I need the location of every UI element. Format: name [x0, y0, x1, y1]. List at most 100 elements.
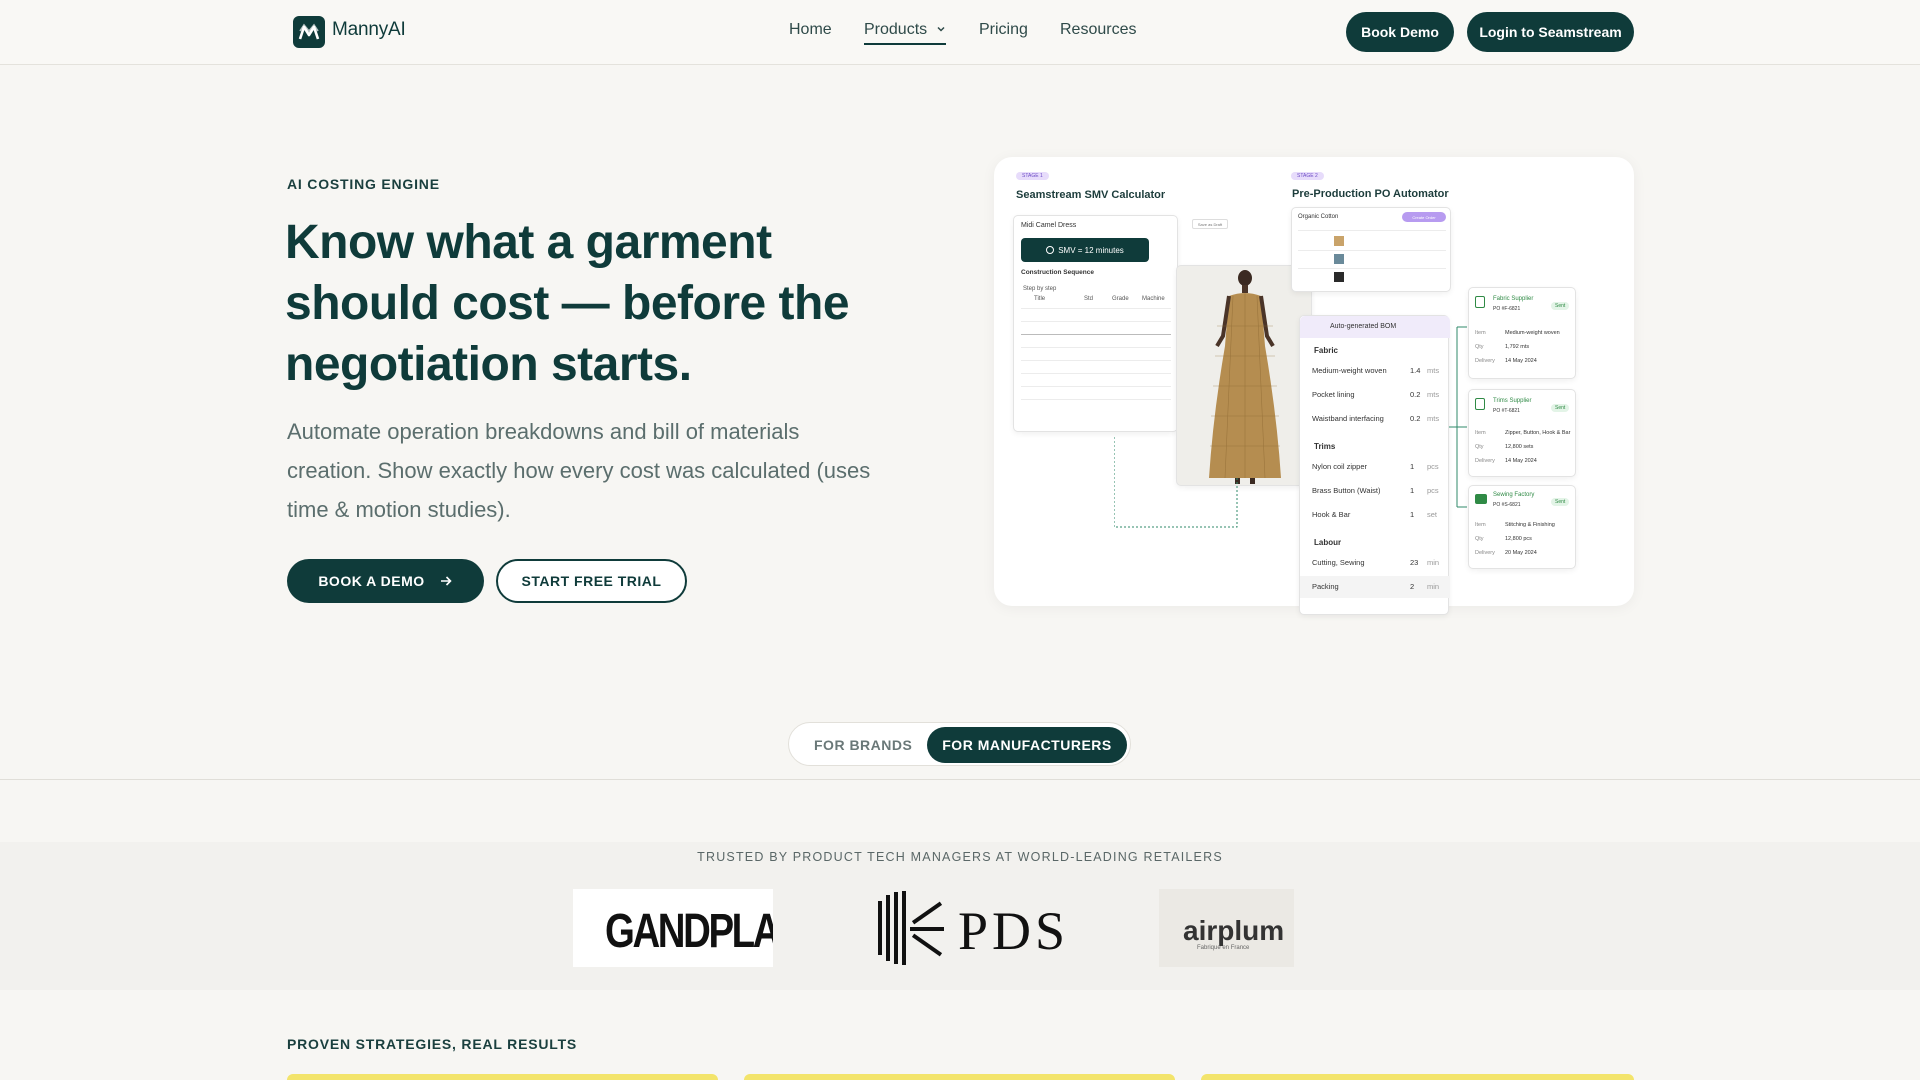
- logo-airplum-text: airplum: [1183, 915, 1285, 946]
- po-delivery: 14 May 2024: [1505, 458, 1537, 464]
- col-std: Std: [1084, 296, 1094, 302]
- nav-resources[interactable]: Resources: [1060, 21, 1136, 39]
- smv-value: SMV = 12 minutes: [1058, 245, 1124, 255]
- smv-title: Seamstream SMV Calculator: [1016, 189, 1166, 201]
- po-card-title: Sewing Factory: [1493, 492, 1535, 498]
- nav-pricing[interactable]: Pricing: [979, 21, 1028, 39]
- sequence-title: Construction Sequence: [1021, 269, 1094, 276]
- bom-section-labour: Labour: [1314, 538, 1342, 547]
- po-delivery-label: Delivery: [1475, 458, 1495, 464]
- po-item: Zipper, Button, Hook & Bar: [1505, 430, 1571, 436]
- po-item-label: Item: [1475, 330, 1486, 336]
- po-card-fabric: Fabric Supplier PO #F-6821 Sent Item Med…: [1468, 287, 1576, 379]
- start-free-trial-button[interactable]: START FREE TRIAL: [496, 559, 687, 603]
- hero-headline: Know what a garment should cost — before…: [285, 216, 850, 391]
- po-item-label: Item: [1475, 522, 1486, 528]
- po-card-trims: Trims Supplier PO #T-6821 Sent Item Zipp…: [1468, 389, 1576, 477]
- bom-item: Hook & Bar 1 set: [1312, 510, 1438, 519]
- po-card-title: Fabric Supplier: [1493, 296, 1534, 302]
- po-delivery: 14 May 2024: [1505, 358, 1537, 364]
- save-draft-button[interactable]: Save as Draft: [1192, 219, 1228, 229]
- top-nav: MannyAI Home Products Pricing Resources …: [0, 0, 1920, 65]
- bom-card: Auto-generated BOM Fabric Medium-weight …: [1299, 315, 1450, 615]
- step-label: Step by step: [1023, 286, 1057, 292]
- po-qty: 12,800 sets: [1505, 444, 1534, 450]
- logo-airplum-sub: Fabriqué en France: [1197, 945, 1250, 951]
- logo-pds-text: PDS: [958, 901, 1070, 961]
- hero-eyebrow: AI COSTING ENGINE: [287, 176, 440, 192]
- po-number: PO #S-6821: [1493, 502, 1521, 508]
- hero-subtext: Automate operation breakdowns and bill o…: [287, 419, 871, 522]
- book-a-demo-button[interactable]: BOOK A DEMO: [287, 559, 484, 603]
- po-delivery-label: Delivery: [1475, 550, 1495, 556]
- swatch-camel: [1334, 236, 1344, 246]
- status-badge: Sent: [1551, 404, 1570, 412]
- chevron-down-icon: [937, 26, 945, 32]
- book-a-demo-label: BOOK A DEMO: [318, 573, 425, 589]
- audience-toggle: FOR BRANDS FOR MANUFACTURERS: [788, 722, 1131, 766]
- po-number: PO #F-6821: [1493, 306, 1521, 312]
- smv-result: SMV = 12 minutes: [1021, 238, 1149, 262]
- logo-airplum: airplum Fabriqué en France: [1159, 889, 1294, 967]
- po-arrows: [1449, 326, 1467, 508]
- bom-title: Auto-generated BOM: [1300, 316, 1450, 338]
- brand-name[interactable]: MannyAI: [332, 19, 406, 41]
- pds-mark-icon: [871, 891, 944, 965]
- clock-icon: [1046, 246, 1055, 254]
- logo-gandplay-text: GANDPLAY: [605, 905, 773, 958]
- po-delivery-label: Delivery: [1475, 358, 1495, 364]
- po-qty-label: Qty: [1475, 536, 1484, 542]
- bom-item: Nylon coil zipper 1 pcs: [1312, 462, 1439, 471]
- po-qty: 12,800 pcs: [1505, 536, 1532, 542]
- smv-calculator-card: Midi Camel Dress SMV = 12 minutes Constr…: [1013, 215, 1178, 432]
- po-qty-label: Qty: [1475, 344, 1484, 350]
- bom-item: Cutting, Sewing 23 min: [1312, 558, 1440, 567]
- create-order-button[interactable]: Create Order: [1402, 212, 1446, 222]
- result-card[interactable]: [287, 1074, 718, 1080]
- bom-section-fabric: Fabric: [1314, 346, 1339, 355]
- bom-item: Packing 2 min: [1300, 576, 1450, 598]
- connector-lines: [1114, 437, 1238, 528]
- po-qty: 1,792 mts: [1505, 344, 1530, 350]
- arrow-right-icon: [440, 576, 452, 586]
- logo-gandplay: GANDPLAY: [573, 889, 773, 967]
- bom-item: Medium-weight woven 1.4 mts: [1312, 366, 1440, 375]
- product-illustration: STAGE 1 Seamstream SMV Calculator STAGE …: [994, 157, 1634, 615]
- nav-products[interactable]: Products: [864, 21, 946, 45]
- status-badge: Sent: [1551, 498, 1570, 506]
- garment-name: Midi Camel Dress: [1021, 222, 1077, 229]
- section-divider: [0, 779, 1920, 780]
- bom-item: Waistband interfacing 0.2 mts: [1312, 414, 1440, 423]
- col-title: Title: [1034, 296, 1046, 302]
- po-item: Medium-weight woven: [1505, 330, 1560, 336]
- po-card-title: Trims Supplier: [1493, 398, 1532, 404]
- nav-products-label: Products: [864, 21, 928, 38]
- po-item: Stitching & Finishing: [1505, 522, 1555, 528]
- logo-pds: PDS: [866, 888, 1066, 968]
- result-card[interactable]: [1201, 1074, 1634, 1080]
- stage2-tag: STAGE 2: [1291, 172, 1324, 180]
- bom-item: Pocket lining 0.2 mts: [1312, 390, 1440, 399]
- factory-icon: [1475, 494, 1487, 504]
- bom-item: Brass Button (Waist) 1 pcs: [1312, 486, 1439, 495]
- login-button[interactable]: Login to Seamstream: [1467, 12, 1634, 52]
- trusted-heading: TRUSTED BY PRODUCT TECH MANAGERS AT WORL…: [697, 850, 1223, 864]
- bom-section-trims: Trims: [1314, 442, 1336, 451]
- po-item-label: Item: [1475, 430, 1486, 436]
- toggle-for-manufacturers[interactable]: FOR MANUFACTURERS: [927, 727, 1127, 763]
- po-delivery: 20 May 2024: [1505, 550, 1537, 556]
- result-card[interactable]: [744, 1074, 1175, 1080]
- swatch-blue: [1334, 254, 1344, 264]
- book-demo-button[interactable]: Book Demo: [1346, 12, 1454, 52]
- po-fabric-tag: Organic Cotton: [1298, 214, 1339, 220]
- po-title: Pre-Production PO Automator: [1292, 188, 1449, 200]
- toggle-for-brands[interactable]: FOR BRANDS: [814, 737, 912, 753]
- document-icon: [1475, 296, 1485, 308]
- po-table-card: Organic Cotton Create Order: [1291, 207, 1451, 292]
- logo-icon[interactable]: [293, 16, 325, 48]
- nav-home[interactable]: Home: [789, 21, 832, 39]
- po-card-sewing: Sewing Factory PO #S-6821 Sent Item Stit…: [1468, 485, 1576, 569]
- document-icon: [1475, 398, 1485, 410]
- stage1-tag: STAGE 1: [1016, 172, 1049, 180]
- col-grade: Grade: [1112, 296, 1129, 302]
